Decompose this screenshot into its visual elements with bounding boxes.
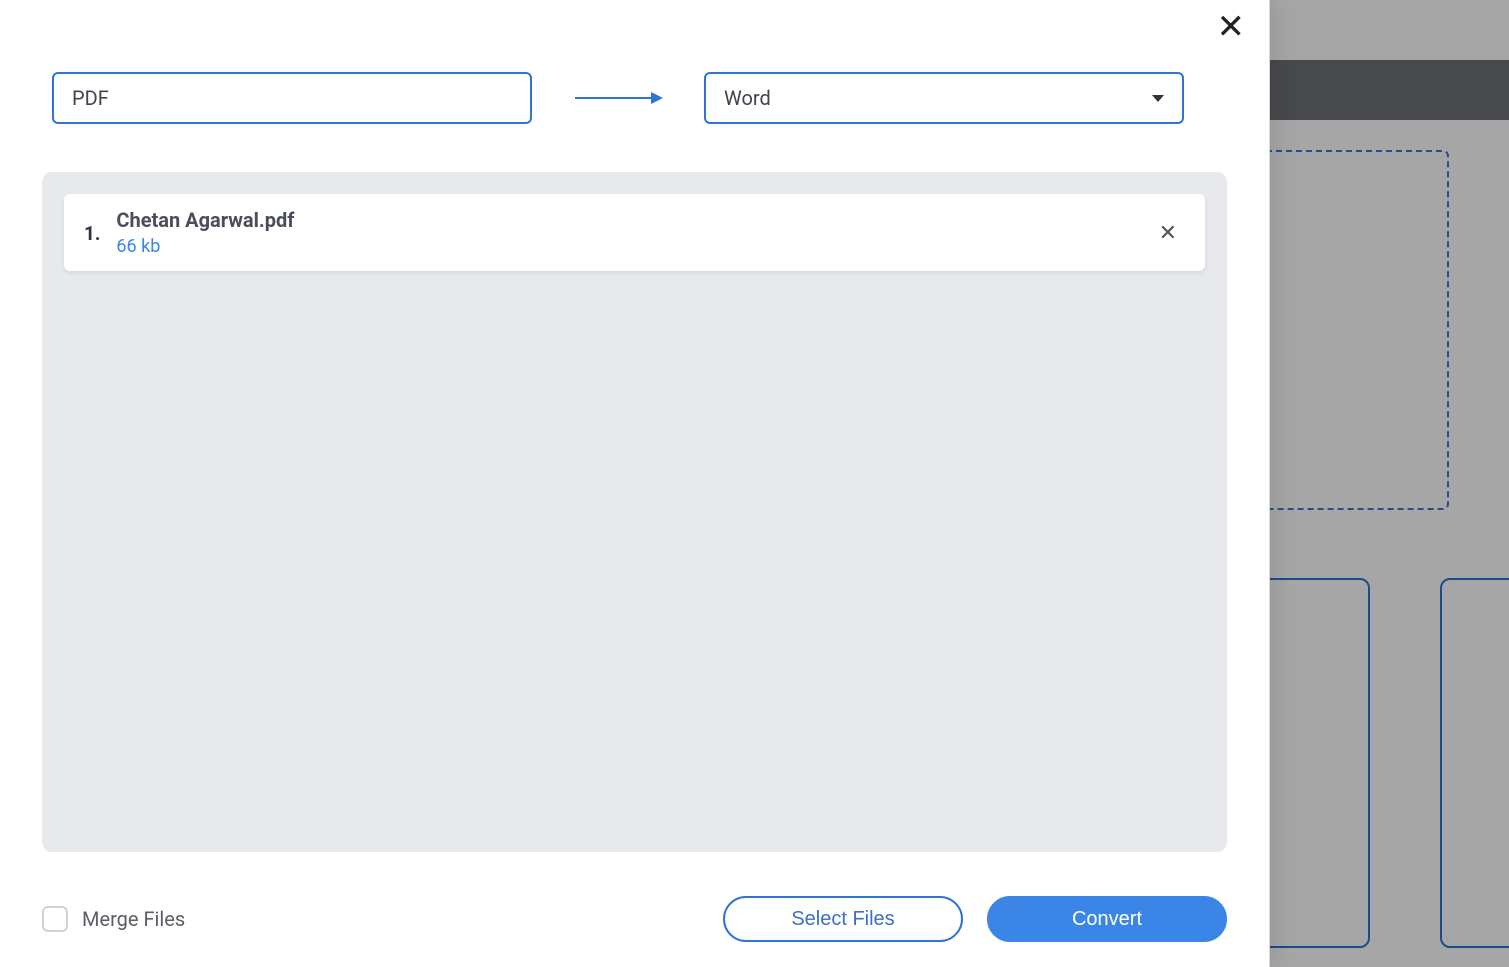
button-row: Select Files Convert: [723, 896, 1227, 942]
file-name: Chetan Agarwal.pdf: [116, 208, 1134, 232]
remove-file-button[interactable]: ✕: [1151, 218, 1185, 248]
target-format-select[interactable]: Word: [704, 72, 1184, 124]
source-format-label: PDF: [72, 86, 109, 110]
chevron-down-icon: [1152, 95, 1164, 102]
merge-files-label: Merge Files: [82, 907, 185, 931]
source-format-box[interactable]: PDF: [52, 72, 532, 124]
conversion-modal: ✕ PDF Word 1. Chetan Agarwal.pdf 66 kb ✕: [0, 0, 1270, 967]
convert-label: Convert: [1072, 908, 1142, 931]
convert-button[interactable]: Convert: [987, 896, 1227, 942]
file-list-zone: 1. Chetan Agarwal.pdf 66 kb ✕: [42, 172, 1227, 852]
modal-footer: Merge Files Select Files Convert: [42, 896, 1227, 942]
select-files-button[interactable]: Select Files: [723, 896, 963, 942]
close-icon: ✕: [1217, 8, 1246, 46]
checkbox-icon: [42, 906, 68, 932]
file-size: 66 kb: [116, 236, 1134, 257]
arrow-right-icon: [568, 88, 668, 108]
close-button[interactable]: ✕: [1211, 6, 1252, 48]
file-index: 1.: [84, 220, 100, 245]
select-files-label: Select Files: [791, 908, 894, 931]
file-item: 1. Chetan Agarwal.pdf 66 kb ✕: [64, 194, 1205, 271]
close-icon: ✕: [1159, 220, 1177, 245]
file-meta: Chetan Agarwal.pdf 66 kb: [116, 208, 1134, 257]
format-row: PDF Word: [52, 72, 1217, 124]
merge-files-toggle[interactable]: Merge Files: [42, 906, 185, 932]
target-format-label: Word: [724, 86, 771, 110]
